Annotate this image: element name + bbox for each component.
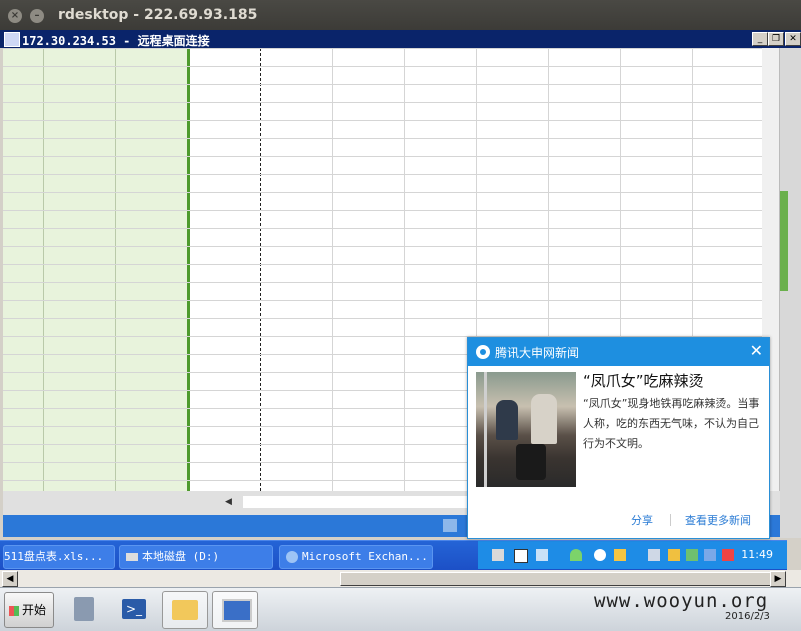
- remote-desktop-taskbar-icon[interactable]: [212, 591, 258, 629]
- minimize-button[interactable]: _: [752, 32, 768, 46]
- task-spreadsheet[interactable]: 511盘点表.xls...: [3, 545, 115, 569]
- antivirus-icon[interactable]: [722, 549, 734, 561]
- grid-column-line: [43, 48, 44, 491]
- window-title: rdesktop - 222.69.93.185: [58, 7, 258, 23]
- keyboard-icon[interactable]: [492, 549, 504, 561]
- scroll-left-icon[interactable]: ◀: [225, 497, 232, 507]
- grid-column-line: [404, 48, 405, 491]
- grid-row-line: [3, 174, 762, 175]
- grid-row-line: [3, 48, 762, 49]
- shield-icon[interactable]: [668, 549, 680, 561]
- monitor-icon[interactable]: [648, 549, 660, 561]
- app-icon[interactable]: [614, 549, 626, 561]
- news-popup: 腾讯大申网新闻 ✕ “凤爪女”吃麻辣烫 “凤爪女”现身地铁再吃麻辣烫。当事人称，…: [467, 337, 770, 539]
- scroll-thumb[interactable]: [243, 496, 473, 508]
- close-icon[interactable]: ✕: [750, 341, 763, 360]
- grid-row-line: [3, 192, 762, 193]
- close-button[interactable]: ✕: [785, 32, 801, 46]
- wifi-icon[interactable]: [570, 549, 582, 561]
- grid-row-line: [3, 102, 762, 103]
- display-icon[interactable]: [704, 549, 716, 561]
- remote-desktop-title-bar: 172.30.234.53 - 远程桌面连接: [0, 30, 801, 48]
- grid-column-line: [115, 48, 116, 491]
- restore-button[interactable]: ❐: [768, 32, 784, 46]
- grid-row-line: [3, 318, 762, 319]
- help-icon[interactable]: [514, 549, 528, 563]
- grid-row-line: [3, 228, 762, 229]
- server-manager-icon[interactable]: [64, 591, 108, 627]
- popup-links: 分享 查看更多新闻: [468, 510, 769, 530]
- rdesktop-title-bar: × – rdesktop - 222.69.93.185: [0, 0, 801, 30]
- host-date: 2016/2/3: [725, 611, 770, 622]
- popup-app-title: 腾讯大申网新闻: [495, 346, 580, 360]
- news-image[interactable]: [476, 372, 576, 487]
- grid-row-line: [3, 66, 762, 67]
- grid-row-line: [3, 138, 762, 139]
- grid-row-line: [3, 210, 762, 211]
- popup-header: 腾讯大申网新闻 ✕: [468, 338, 769, 366]
- share-link[interactable]: 分享: [631, 512, 653, 528]
- scroll-left-button[interactable]: ◀: [2, 571, 18, 587]
- outer-scroll-thumb[interactable]: [340, 572, 772, 586]
- outer-horizontal-scrollbar[interactable]: ◀ ▶: [0, 570, 801, 587]
- selection-border: [187, 48, 190, 491]
- news-summary: “凤爪女”现身地铁再吃麻辣烫。当事人称，吃的东西无气味，不认为自己行为不文明。: [583, 397, 760, 450]
- task-label: 本地磁盘 (D:): [142, 550, 220, 563]
- page-break-line: [260, 48, 261, 491]
- explorer-icon[interactable]: [162, 591, 208, 629]
- grid-row-line: [3, 120, 762, 121]
- task-exchange[interactable]: Microsoft Exchan...: [279, 545, 433, 569]
- security-icon[interactable]: [686, 549, 698, 561]
- task-label: Microsoft Exchan...: [302, 550, 428, 563]
- layout-icon[interactable]: [443, 519, 457, 532]
- highlighted-columns: [3, 48, 187, 491]
- drive-icon: [126, 553, 138, 561]
- task-local-disk[interactable]: 本地磁盘 (D:): [119, 545, 273, 569]
- ie-icon: [286, 551, 298, 563]
- grid-column-line: [332, 48, 333, 491]
- grid-row-line: [3, 300, 762, 301]
- minimize-icon[interactable]: –: [30, 9, 44, 23]
- remote-window-title: 172.30.234.53 - 远程桌面连接: [22, 34, 210, 48]
- grid-row-line: [3, 246, 762, 247]
- system-tray: 11:49: [478, 541, 787, 569]
- grid-row-line: [3, 282, 762, 283]
- close-icon[interactable]: ×: [8, 9, 22, 23]
- watermark: www.wooyun.org: [594, 590, 769, 612]
- start-button[interactable]: 开始: [4, 592, 54, 628]
- start-label: 开始: [22, 603, 47, 617]
- task-label: 511盘点表.xls...: [4, 550, 104, 563]
- news-headline[interactable]: “凤爪女”吃麻辣烫: [583, 370, 704, 391]
- more-news-link[interactable]: 查看更多新闻: [685, 512, 751, 528]
- panel-expand-tab[interactable]: [780, 191, 788, 291]
- scroll-right-button[interactable]: ▶: [770, 571, 786, 587]
- network-icon[interactable]: [536, 549, 548, 561]
- grid-row-line: [3, 156, 762, 157]
- tencent-logo-icon: [476, 345, 490, 359]
- grid-row-line: [3, 264, 762, 265]
- side-panel: [780, 48, 801, 538]
- windows-logo-icon: [9, 605, 19, 616]
- tray-expand-icon[interactable]: [594, 549, 606, 561]
- clock: 11:49: [741, 548, 773, 561]
- remote-desktop-icon: [4, 32, 20, 47]
- grid-row-line: [3, 84, 762, 85]
- powershell-icon[interactable]: >_: [112, 591, 156, 627]
